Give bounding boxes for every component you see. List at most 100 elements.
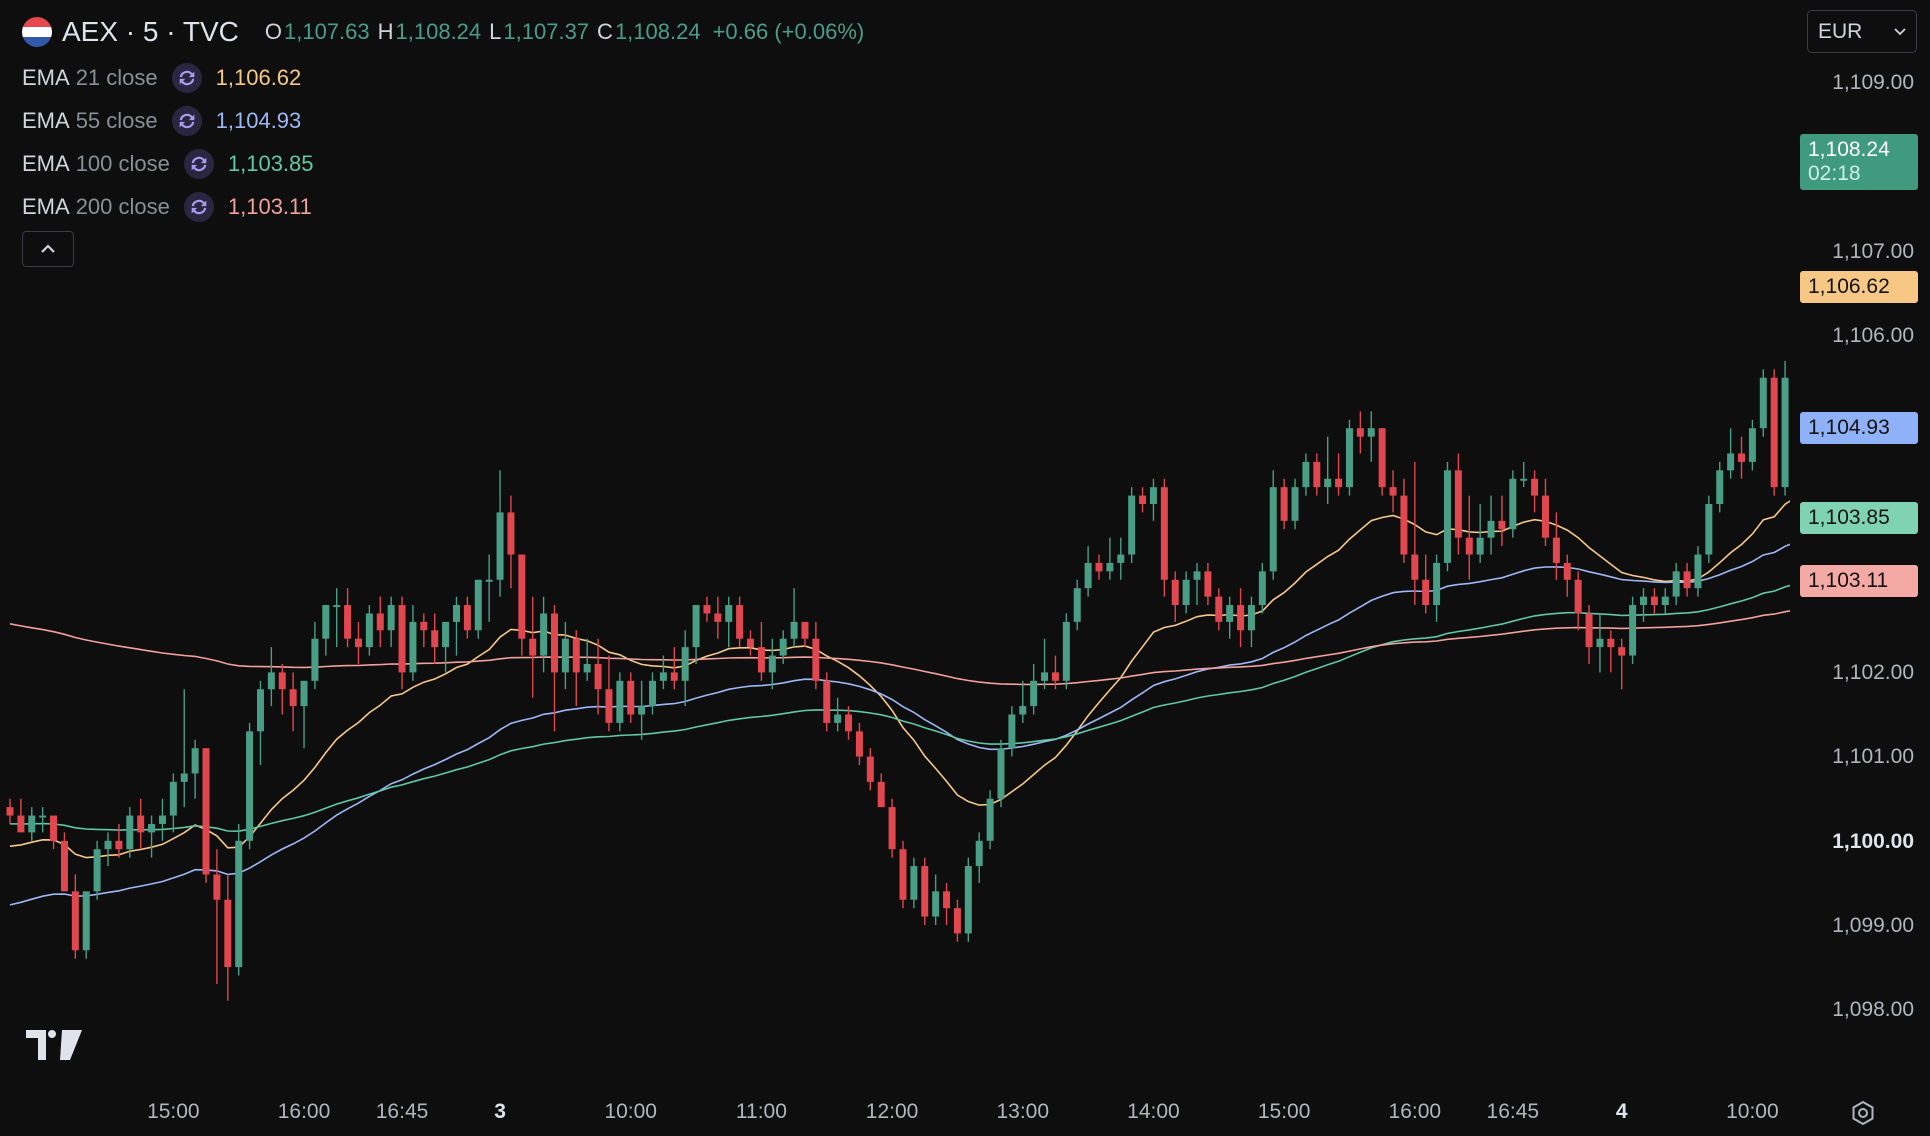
candle[interactable] bbox=[757, 621, 765, 681]
candle[interactable] bbox=[354, 621, 362, 664]
candle[interactable] bbox=[1618, 638, 1626, 690]
candle[interactable] bbox=[224, 874, 232, 1001]
candle[interactable] bbox=[1182, 571, 1190, 614]
candle[interactable] bbox=[1160, 478, 1168, 597]
candle[interactable] bbox=[1171, 571, 1179, 622]
candle[interactable] bbox=[1084, 546, 1092, 597]
candle[interactable] bbox=[1041, 638, 1049, 690]
candle[interactable] bbox=[1443, 461, 1451, 572]
candle[interactable] bbox=[1683, 562, 1691, 597]
candle[interactable] bbox=[300, 680, 308, 749]
candle[interactable] bbox=[1237, 588, 1245, 648]
candle[interactable] bbox=[1062, 613, 1070, 690]
candle[interactable] bbox=[1389, 470, 1397, 513]
ema-line-200[interactable] bbox=[9, 539, 1790, 686]
refresh-icon[interactable] bbox=[183, 191, 214, 222]
candle[interactable] bbox=[333, 588, 341, 648]
candle[interactable] bbox=[1367, 411, 1375, 462]
candle[interactable] bbox=[452, 596, 460, 656]
candle[interactable] bbox=[485, 554, 493, 622]
candle[interactable] bbox=[921, 857, 929, 925]
candle[interactable] bbox=[137, 798, 145, 850]
candle[interactable] bbox=[975, 832, 983, 883]
candle[interactable] bbox=[1149, 478, 1157, 521]
legend-row-ema55[interactable]: EMA 55 close 1,104.93 bbox=[22, 99, 314, 142]
candle[interactable] bbox=[1629, 596, 1637, 664]
candle[interactable] bbox=[1280, 478, 1288, 530]
candle[interactable] bbox=[1454, 453, 1462, 555]
candle[interactable] bbox=[1422, 554, 1430, 614]
candle[interactable] bbox=[1738, 436, 1746, 479]
candle[interactable] bbox=[267, 647, 275, 707]
candle[interactable] bbox=[1128, 487, 1136, 563]
candle[interactable] bbox=[594, 638, 602, 715]
candle[interactable] bbox=[344, 588, 352, 648]
candle[interactable] bbox=[376, 596, 384, 648]
candle[interactable] bbox=[714, 596, 722, 639]
candle[interactable] bbox=[1324, 436, 1332, 504]
candle[interactable] bbox=[1139, 487, 1147, 513]
candle[interactable] bbox=[1770, 369, 1778, 496]
candle[interactable] bbox=[1520, 461, 1528, 488]
candle[interactable] bbox=[235, 823, 243, 976]
candle[interactable] bbox=[1509, 470, 1517, 538]
candle[interactable] bbox=[1748, 419, 1756, 471]
candle[interactable] bbox=[899, 840, 907, 909]
candle[interactable] bbox=[1465, 495, 1473, 580]
candle[interactable] bbox=[1563, 554, 1571, 597]
axis-settings-button[interactable] bbox=[1850, 1100, 1876, 1131]
candle[interactable] bbox=[1552, 512, 1560, 580]
candle[interactable] bbox=[1030, 663, 1038, 715]
candle[interactable] bbox=[1672, 562, 1680, 606]
candle[interactable] bbox=[1106, 537, 1114, 580]
candle[interactable] bbox=[877, 773, 885, 808]
candle[interactable] bbox=[148, 815, 156, 858]
legend-row-ema200[interactable]: EMA 200 close 1,103.11 bbox=[22, 185, 314, 228]
refresh-icon[interactable] bbox=[183, 148, 214, 179]
candle[interactable] bbox=[104, 832, 112, 867]
candle[interactable] bbox=[583, 638, 591, 681]
candle[interactable] bbox=[1541, 478, 1549, 547]
candle[interactable] bbox=[115, 823, 123, 858]
candle[interactable] bbox=[1433, 554, 1441, 622]
ema-line-100[interactable] bbox=[9, 462, 1790, 833]
candle[interactable] bbox=[1335, 453, 1343, 496]
currency-select[interactable]: EUR bbox=[1807, 10, 1917, 53]
candle[interactable] bbox=[202, 748, 210, 883]
candle[interactable] bbox=[278, 663, 286, 715]
candle[interactable] bbox=[1313, 453, 1321, 496]
candle[interactable] bbox=[1345, 419, 1353, 496]
candle[interactable] bbox=[943, 882, 951, 925]
candle[interactable] bbox=[638, 680, 646, 740]
candle[interactable] bbox=[627, 672, 635, 723]
candle[interactable] bbox=[1215, 588, 1223, 631]
candle[interactable] bbox=[1073, 579, 1081, 631]
candle[interactable] bbox=[1487, 495, 1495, 555]
refresh-icon[interactable] bbox=[171, 105, 202, 136]
legend-row-ema100[interactable]: EMA 100 close 1,103.85 bbox=[22, 142, 314, 185]
candle[interactable] bbox=[1640, 588, 1647, 622]
candle[interactable] bbox=[932, 874, 940, 925]
candle[interactable] bbox=[953, 899, 961, 942]
candle[interactable] bbox=[39, 807, 47, 833]
candle[interactable] bbox=[1498, 495, 1506, 547]
candle[interactable] bbox=[518, 554, 526, 656]
candle[interactable] bbox=[1531, 470, 1539, 513]
candle[interactable] bbox=[1378, 428, 1386, 496]
candle[interactable] bbox=[703, 596, 711, 622]
symbol-title[interactable]: AEX · 5 · TVC bbox=[62, 16, 239, 48]
candle[interactable] bbox=[572, 630, 580, 707]
candle[interactable] bbox=[823, 672, 831, 732]
candle[interactable] bbox=[1193, 562, 1201, 606]
candle[interactable] bbox=[474, 579, 482, 639]
candle[interactable] bbox=[507, 495, 515, 589]
candle[interactable] bbox=[692, 605, 700, 664]
candle[interactable] bbox=[1411, 461, 1419, 606]
candle[interactable] bbox=[779, 630, 787, 664]
candle[interactable] bbox=[496, 470, 504, 597]
candle[interactable] bbox=[768, 638, 776, 690]
candle[interactable] bbox=[213, 849, 221, 984]
refresh-icon[interactable] bbox=[171, 62, 202, 93]
candle[interactable] bbox=[1400, 478, 1408, 563]
candle[interactable] bbox=[191, 739, 199, 799]
